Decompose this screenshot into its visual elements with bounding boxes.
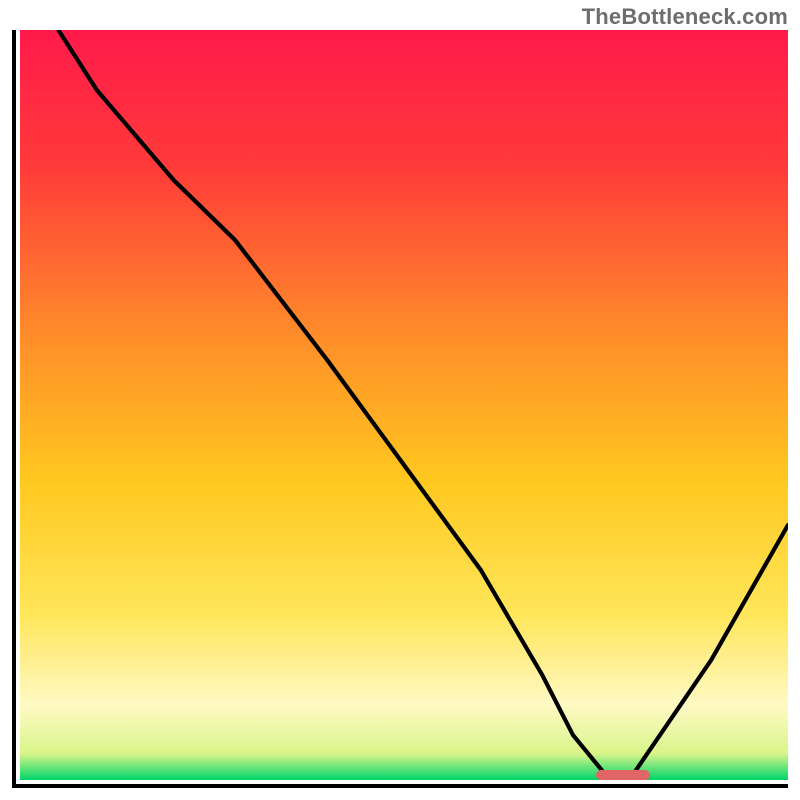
- bottleneck-curve: [20, 30, 788, 780]
- plot-area: [20, 30, 788, 780]
- chart-frame: [12, 30, 788, 788]
- watermark-text: TheBottleneck.com: [582, 4, 788, 30]
- optimal-marker: [596, 770, 650, 781]
